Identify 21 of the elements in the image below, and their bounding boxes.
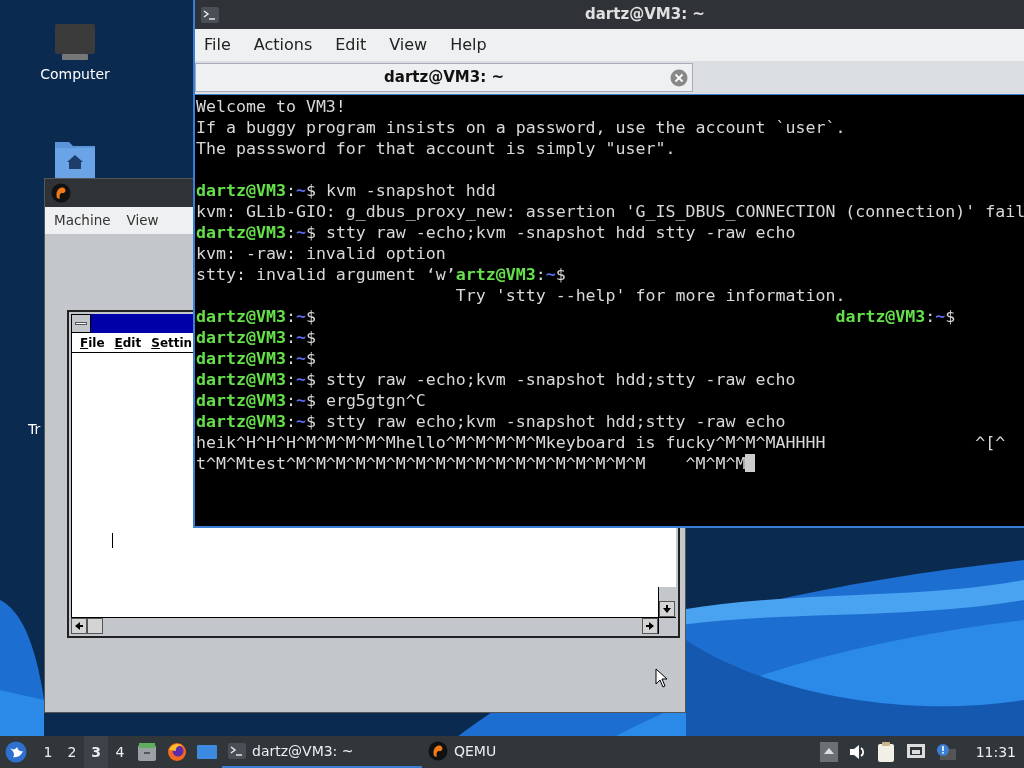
terminal-line: dartz@VM3:~$ stty raw -echo;kvm -snapshot hdd;stty -raw echo	[196, 369, 796, 390]
terminal-line: dartz@VM3:~$ erg5gtgn^C	[196, 390, 426, 411]
terminal-line: dartz@VM3:~$	[196, 327, 316, 348]
terminal-line: dartz@VM3:~$ kvm -snapshot hdd	[196, 180, 496, 201]
terminal-line: dartz@VM3:~$ stty raw echo;kvm -snapshot hdd;stty -raw echo	[196, 411, 786, 432]
terminal-line: stty: invalid argument ‘w’artz@VM3:~$	[196, 264, 566, 285]
icon-label: Tr	[28, 420, 41, 439]
terminal-line: heik^H^H^H^M^M^M^M^Mhello^M^M^M^M^Mkeyboard is fucky^M^M^MAHHHH ^[^	[196, 432, 1006, 453]
icon-label: Computer	[40, 65, 110, 84]
terminal-line: Try 'stty --help' for more information.	[454, 285, 846, 306]
clock: 11:31	[975, 742, 1016, 762]
terminal-line: dartz@VM3:~$ dartz@VM3:~$	[196, 306, 956, 327]
terminal-line: Welcome to VM3!	[196, 96, 346, 117]
window-title: dartz@VM3: ~	[585, 4, 705, 26]
terminal-line: dartz@VM3:~$	[196, 348, 316, 369]
terminal-line: If a buggy program insists on a password, use the account `user`.	[196, 117, 846, 138]
terminal-line: kvm: GLib-GIO: g_dbus_proxy_new: assertion 'G_IS_DBUS_CONNECTION (connection)' fail	[196, 201, 1024, 222]
terminal-line: kvm: -raw: invalid option	[196, 243, 446, 264]
terminal-line: t^M^Mtest^M^M^M^M^M^M^M^M^M^M^M^M^M^M^M^M^M^M ^M^M^M	[196, 453, 756, 474]
terminal-line: The passsword for that account is simply "user".	[196, 138, 676, 159]
terminal-line: dartz@VM3:~$ stty raw -echo;kvm -snapshot hdd stty -raw echo	[196, 222, 796, 243]
